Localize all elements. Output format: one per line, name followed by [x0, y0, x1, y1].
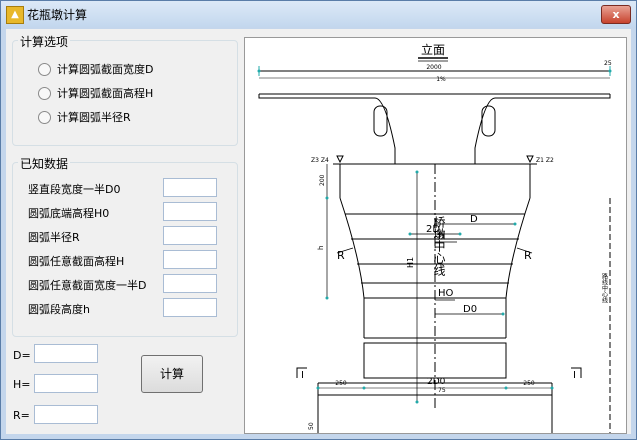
label-r-right: R	[524, 249, 532, 262]
input-arc-height[interactable]	[163, 298, 217, 317]
dim-250-right: 250	[523, 380, 535, 387]
label-2d0: 2D0	[427, 377, 446, 387]
label-arc-height: 圆弧段高度h	[28, 303, 90, 316]
label-z1z2: Z1 Z2	[536, 157, 554, 164]
label-h1: H1	[406, 257, 415, 268]
result-r-field[interactable]	[34, 405, 98, 424]
pier-centerline-label: 桥墩中心线	[432, 216, 446, 276]
label-h: 圆弧任意截面高程H	[28, 255, 125, 268]
section-mark-right: I	[573, 370, 576, 381]
label-r-left: R	[337, 249, 345, 262]
dim-h: h	[317, 246, 325, 250]
input-r[interactable]	[163, 226, 217, 245]
dim-200: 200	[319, 174, 326, 186]
dim-50: 50	[308, 422, 315, 430]
radio-calc-width[interactable]: 计算圆弧截面宽度D	[38, 61, 153, 77]
road-centerline-label: 路线中心线	[601, 272, 608, 303]
input-d0[interactable]	[163, 178, 217, 197]
pier-elevation-drawing: 立面 2000 1% 25 Z3 Z4 Z1 Z2 200 h 2D H D R…	[244, 37, 627, 434]
app-window: ▲ 花瓶墩计算 x 计算选项 计算圆弧截面宽度D 计算圆弧截面高程H 计算圆弧半…	[0, 0, 637, 440]
label-h0: 圆弧底端高程H0	[28, 207, 110, 220]
dim-25: 25	[604, 60, 612, 67]
app-icon: ▲	[6, 6, 24, 24]
dim-75: 75	[438, 387, 446, 394]
label-d: 圆弧任意截面宽度一半D	[28, 279, 147, 292]
label-r: 圆弧半径R	[28, 231, 80, 244]
radio-calc-radius[interactable]: 计算圆弧半径R	[38, 109, 131, 125]
label-d0: 竖直段宽度一半D0	[28, 183, 121, 196]
result-r-label: R=	[13, 409, 30, 422]
label-ho: HO	[438, 288, 454, 299]
input-d[interactable]	[163, 274, 217, 293]
input-h0[interactable]	[163, 202, 217, 221]
label-d0: D0	[463, 304, 477, 315]
window-title: 花瓶墩计算	[27, 8, 88, 22]
input-h[interactable]	[163, 250, 217, 269]
radio-circle-icon	[38, 110, 51, 124]
options-group-title: 计算选项	[18, 33, 71, 50]
dim-slope: 1%	[436, 76, 446, 83]
client-area: 计算选项 计算圆弧截面宽度D 计算圆弧截面高程H 计算圆弧半径R 已知数据 竖直…	[6, 29, 631, 434]
close-button[interactable]: x	[601, 5, 631, 24]
dim-2000: 2000	[426, 64, 441, 71]
radio-circle-icon	[38, 62, 51, 76]
dim-250-left: 250	[335, 380, 347, 387]
title-bar[interactable]: ▲ 花瓶墩计算 x	[1, 1, 636, 27]
result-d-field[interactable]	[34, 344, 98, 363]
drawing-title: 立面	[421, 42, 445, 57]
options-group: 计算选项 计算圆弧截面宽度D 计算圆弧截面高程H 计算圆弧半径R	[12, 33, 238, 146]
calculate-button[interactable]: 计算	[141, 355, 203, 393]
label-d-section: D	[470, 214, 478, 225]
section-mark-left: I	[301, 370, 304, 381]
result-h-label: H=	[13, 378, 31, 391]
label-z3z4: Z3 Z4	[311, 157, 329, 164]
radio-calc-elevation[interactable]: 计算圆弧截面高程H	[38, 85, 153, 101]
known-data-group-title: 已知数据	[18, 155, 71, 172]
radio-circle-icon	[38, 86, 51, 100]
result-h-field[interactable]	[34, 374, 98, 393]
result-d-label: D=	[13, 349, 31, 362]
